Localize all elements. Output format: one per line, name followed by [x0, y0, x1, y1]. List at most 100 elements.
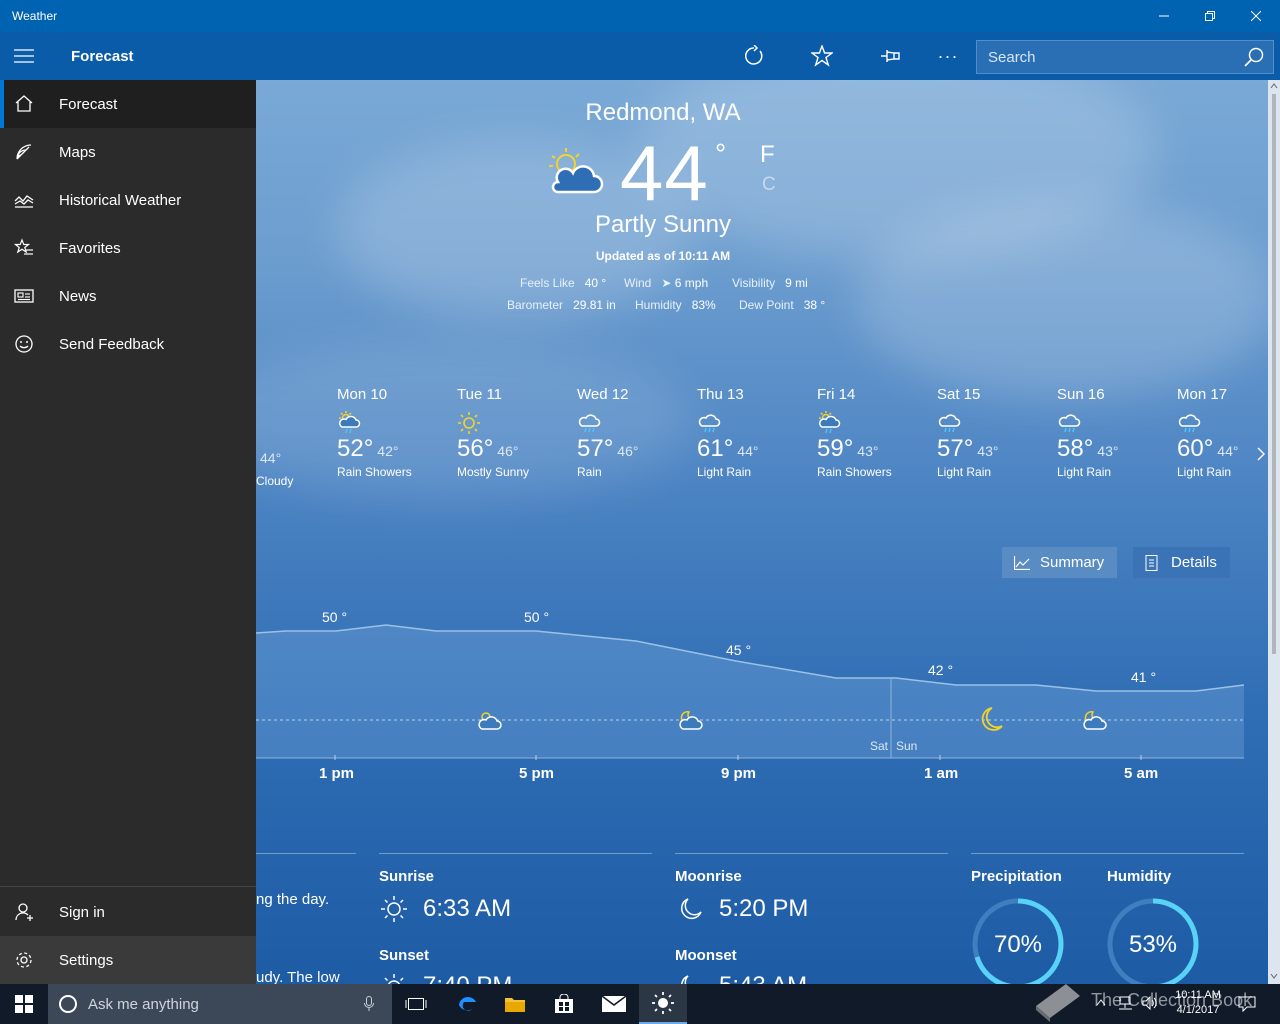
forecast-day[interactable]: Sat 15 57° 43° Light Rain: [937, 386, 1047, 479]
edge-icon: [459, 997, 476, 1011]
partly-sunny-icon: [549, 148, 604, 194]
scrollbar[interactable]: [1268, 80, 1280, 984]
weather-app-button[interactable]: [639, 984, 687, 1024]
sunset-icon: [384, 974, 404, 984]
close-button[interactable]: [1233, 0, 1279, 32]
mail-button[interactable]: [590, 984, 638, 1024]
forecast-day-name: Sat 15: [937, 386, 981, 403]
current-condition: Partly Sunny: [594, 211, 732, 238]
taskbar: Ask me anything The Collection Book 10:1…: [0, 984, 1280, 1024]
refresh-button[interactable]: [730, 32, 778, 80]
cortana-placeholder: Ask me anything: [88, 996, 199, 1013]
search-input[interactable]: [977, 41, 1237, 73]
humidity-label: Humidity: [1107, 868, 1172, 885]
store-button[interactable]: [540, 984, 588, 1024]
restore-button[interactable]: [1187, 0, 1233, 32]
feels-like-stat: Feels Like 40 °: [520, 276, 607, 290]
network-icon[interactable]: [1118, 996, 1134, 1010]
hourly-temp-label: 41 °: [1131, 669, 1157, 685]
nav-item-favorites[interactable]: Favorites: [0, 224, 256, 272]
humidity-stat: Humidity 83%: [635, 298, 716, 312]
gear-icon: [0, 950, 48, 970]
start-button[interactable]: [0, 984, 48, 1024]
moonrise-icon: [681, 898, 702, 919]
hourly-temp-label: 50 °: [524, 609, 550, 625]
edge-button[interactable]: [443, 984, 491, 1024]
forecast-day[interactable]: Tue 11 56° 46° Mostly Sunny: [457, 386, 567, 479]
celsius-toggle[interactable]: C: [762, 174, 776, 196]
forecast-day[interactable]: Mon 10 52° 42° Rain Showers: [337, 386, 447, 479]
star-icon: [811, 45, 833, 67]
fahrenheit-toggle[interactable]: F: [760, 141, 775, 169]
moonset-row: 5:43 AM: [675, 970, 835, 984]
wind-stat: Wind ➤ 6 mph: [624, 276, 709, 290]
rain-icon: [1178, 414, 1201, 433]
forecast-day-name: Wed 12: [577, 386, 629, 403]
forecast-high: 59°: [817, 435, 854, 462]
clock[interactable]: 10:11 AM 4/1/2017: [1166, 988, 1230, 1018]
pin-button[interactable]: [866, 32, 914, 80]
clock-date: 4/1/2017: [1176, 1004, 1220, 1016]
nav-item-settings[interactable]: Settings: [0, 936, 256, 984]
divider: [971, 853, 1244, 854]
nav-item-label: Settings: [59, 951, 114, 969]
search-box[interactable]: [976, 40, 1274, 74]
forecast-day[interactable]: Thu 13 61° 44° Light Rain: [697, 386, 807, 479]
partial-day-low: 44°: [260, 450, 282, 466]
scroll-up-icon[interactable]: [1270, 82, 1278, 90]
moon-icon: [981, 707, 1003, 731]
forecast-condition: Light Rain: [1057, 465, 1112, 479]
navigation-pane: Forecast Maps Historical Weather Favorites N…: [0, 80, 256, 984]
forecast-low: 43°: [1097, 443, 1119, 459]
nav-item-label: Send Feedback: [59, 335, 165, 353]
forecast-day[interactable]: Fri 14 59° 43° Rain Showers: [817, 386, 927, 479]
scrollbar-thumb[interactable]: [1272, 94, 1276, 654]
hour-label: 1 am: [924, 765, 959, 782]
nav-item-sign-in[interactable]: Sign in: [0, 888, 256, 936]
chevron-right-icon[interactable]: [1256, 446, 1266, 462]
nav-item-news[interactable]: News: [0, 272, 256, 320]
volume-icon[interactable]: [1142, 996, 1158, 1010]
nav-item-label: Forecast: [59, 95, 118, 113]
hamburger-menu-button[interactable]: [0, 32, 48, 80]
sunrise-icon: [381, 896, 407, 922]
summary-text: ng the day.: [256, 891, 330, 908]
summary-tab[interactable]: Summary: [1002, 547, 1117, 578]
nav-item-maps[interactable]: Maps: [0, 128, 256, 176]
forecast-high: 61°: [697, 435, 734, 462]
favorite-button[interactable]: [798, 32, 846, 80]
details-tab[interactable]: Details: [1133, 547, 1230, 578]
forecast-day-name: Mon 17: [1177, 386, 1228, 403]
precipitation-value: 70%: [993, 931, 1043, 958]
forecast-high: 56°: [457, 435, 494, 462]
partly-cloudy-night-icon: [1083, 711, 1107, 730]
wind-arrow-icon: ➤: [661, 276, 672, 290]
search-icon[interactable]: [1243, 47, 1265, 69]
forecast-day[interactable]: Sun 16 58° 43° Light Rain: [1057, 386, 1167, 479]
forecast-low: 43°: [977, 443, 999, 459]
scroll-down-icon[interactable]: [1270, 972, 1278, 980]
forecast-day-name: Sun 16: [1057, 386, 1105, 403]
microphone-icon[interactable]: [364, 996, 374, 1012]
home-icon: [0, 94, 48, 114]
cortana-search-box[interactable]: Ask me anything: [48, 984, 392, 1024]
document-icon: [1145, 554, 1158, 571]
forecast-day[interactable]: Wed 12 57° 46° Rain: [577, 386, 687, 479]
more-button[interactable]: ···: [924, 32, 972, 80]
rain-icon: [1058, 414, 1081, 433]
rain-icon: [698, 414, 721, 433]
file-explorer-button[interactable]: [491, 984, 539, 1024]
task-view-button[interactable]: [392, 984, 440, 1024]
moonrise-time: 5:20 PM: [719, 895, 809, 922]
minimize-button[interactable]: [1141, 0, 1187, 32]
sunset-row: 7:40 PM: [379, 970, 539, 984]
nav-item-send-feedback[interactable]: Send Feedback: [0, 320, 256, 368]
nav-item-forecast[interactable]: Forecast: [0, 80, 256, 128]
page-title: Forecast: [71, 48, 134, 65]
cortana-icon: [59, 995, 77, 1013]
nav-item-historical-weather[interactable]: Historical Weather: [0, 176, 256, 224]
dew-point-stat: Dew Point 38 °: [739, 298, 826, 312]
notification-icon[interactable]: [1238, 996, 1256, 1012]
forecast-day[interactable]: Mon 17 60° 44° Light Rain: [1177, 386, 1280, 479]
show-hidden-icons-chevron-icon[interactable]: [1096, 998, 1106, 1006]
